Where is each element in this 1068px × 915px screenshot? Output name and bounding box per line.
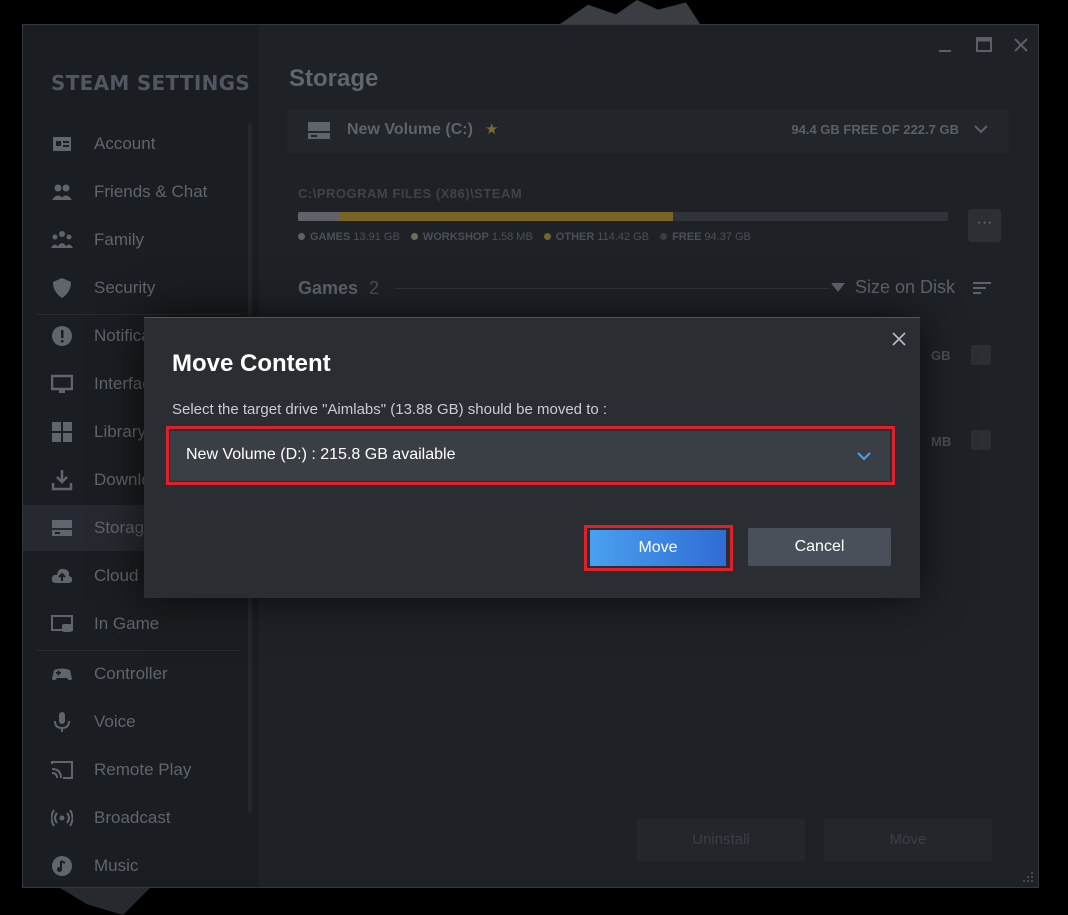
legend-workshop: WORKSHOP 1.58 MB <box>410 231 533 243</box>
sidebar-item-label: Family <box>94 230 145 249</box>
download-icon <box>51 469 73 491</box>
usage-segment-other <box>338 212 673 221</box>
background-artwork <box>560 0 700 24</box>
legend-free: FREE 94.37 GB <box>660 231 751 243</box>
sidebar-divider <box>37 314 241 315</box>
sidebar-divider <box>37 650 241 651</box>
legend-other: OTHER 114.42 GB <box>543 231 649 243</box>
game-select-checkbox[interactable] <box>971 430 991 450</box>
microphone-icon <box>51 711 73 733</box>
close-icon[interactable] <box>888 328 910 350</box>
sidebar-item-label: In Game <box>94 614 160 633</box>
sidebar-title: STEAM SETTINGS <box>51 71 251 95</box>
more-options-button[interactable]: ··· <box>968 209 1001 242</box>
game-size-label: GB <box>931 348 951 363</box>
sidebar-item-voice[interactable]: Voice <box>23 699 255 745</box>
sort-dropdown[interactable]: Size on Disk <box>831 277 992 298</box>
sidebar-item-label: Broadcast <box>94 808 171 827</box>
monitor-icon <box>51 373 73 395</box>
uninstall-button[interactable]: Uninstall <box>637 819 805 861</box>
sidebar-item-label: Account <box>94 134 156 153</box>
sort-caret-icon <box>831 282 845 292</box>
usage-segment-games <box>298 212 339 221</box>
drive-free-space: 94.4 GB FREE OF 222.7 GB <box>791 122 959 137</box>
cast-icon <box>51 759 73 781</box>
sidebar-item-broadcast[interactable]: Broadcast <box>23 795 255 841</box>
cancel-button[interactable]: Cancel <box>748 528 891 566</box>
section-divider <box>395 288 829 289</box>
page-title: Storage <box>289 65 379 92</box>
in-game-icon <box>51 613 73 635</box>
minimize-icon[interactable] <box>933 33 957 57</box>
default-drive-star-icon: ★ <box>485 121 499 138</box>
legend-games: GAMES 13.91 GB <box>298 231 400 243</box>
games-heading: Games <box>298 278 359 298</box>
sort-label: Size on Disk <box>855 277 956 297</box>
family-icon <box>51 229 73 251</box>
sidebar-item-controller[interactable]: Controller <box>23 651 255 697</box>
drive-selector[interactable]: New Volume (C:) ★ 94.4 GB FREE OF 222.7 … <box>287 109 1009 153</box>
dialog-subtitle: Select the target drive "Aimlabs" (13.88… <box>172 401 608 418</box>
sidebar-item-label: Music <box>94 856 139 875</box>
usage-segment-free <box>672 212 948 221</box>
drive-name: New Volume (C:) <box>347 121 473 138</box>
chevron-down-icon <box>974 125 988 134</box>
sidebar-item-label: Controller <box>94 664 168 683</box>
move-storage-button[interactable]: Move <box>824 819 992 861</box>
background-artwork-bottom <box>60 888 150 915</box>
friends-icon <box>51 181 73 203</box>
shield-icon <box>51 277 73 299</box>
sidebar-item-account[interactable]: Account <box>23 121 255 167</box>
sidebar-item-family[interactable]: Family <box>23 217 255 263</box>
sidebar-item-music[interactable]: Music <box>23 843 255 887</box>
sidebar-item-label: Library <box>94 422 146 441</box>
games-count: 2 <box>369 278 380 298</box>
drive-icon <box>308 122 330 139</box>
library-grid-icon <box>51 421 73 443</box>
notification-icon <box>51 325 73 347</box>
sidebar-item-label: Security <box>94 278 156 297</box>
storage-drive-icon <box>51 517 73 539</box>
highlight-frame <box>584 525 733 571</box>
game-select-checkbox[interactable] <box>971 345 991 365</box>
sidebar-item-remote-play[interactable]: Remote Play <box>23 747 255 793</box>
sidebar-item-label: Friends & Chat <box>94 182 208 201</box>
disk-usage-bar <box>298 212 948 221</box>
maximize-icon[interactable] <box>972 33 996 57</box>
game-size-label: MB <box>931 434 952 449</box>
sidebar-item-in-game[interactable]: In Game <box>23 601 255 647</box>
sidebar-item-label: Remote Play <box>94 760 192 779</box>
sidebar-item-friends-chat[interactable]: Friends & Chat <box>23 169 255 215</box>
cloud-icon <box>51 565 73 587</box>
resize-grip-icon[interactable] <box>1022 871 1034 883</box>
gamepad-icon <box>51 663 73 685</box>
sidebar-item-security[interactable]: Security <box>23 265 255 311</box>
account-card-icon <box>51 133 73 155</box>
close-window-icon[interactable] <box>1009 33 1033 57</box>
sidebar-item-label: Voice <box>94 712 136 731</box>
music-icon <box>51 855 73 877</box>
highlight-frame <box>166 426 895 485</box>
move-content-dialog: Move Content Select the target drive "Ai… <box>144 317 920 598</box>
sort-lines-icon <box>973 281 992 294</box>
library-path: C:\PROGRAM FILES (X86)\STEAM <box>298 186 523 201</box>
broadcast-icon <box>51 807 73 829</box>
sidebar-item-label: Cloud <box>94 566 139 585</box>
dialog-title: Move Content <box>172 350 331 377</box>
disk-usage-legend: GAMES 13.91 GB WORKSHOP 1.58 MB OTHER 114.42 … <box>298 231 751 243</box>
